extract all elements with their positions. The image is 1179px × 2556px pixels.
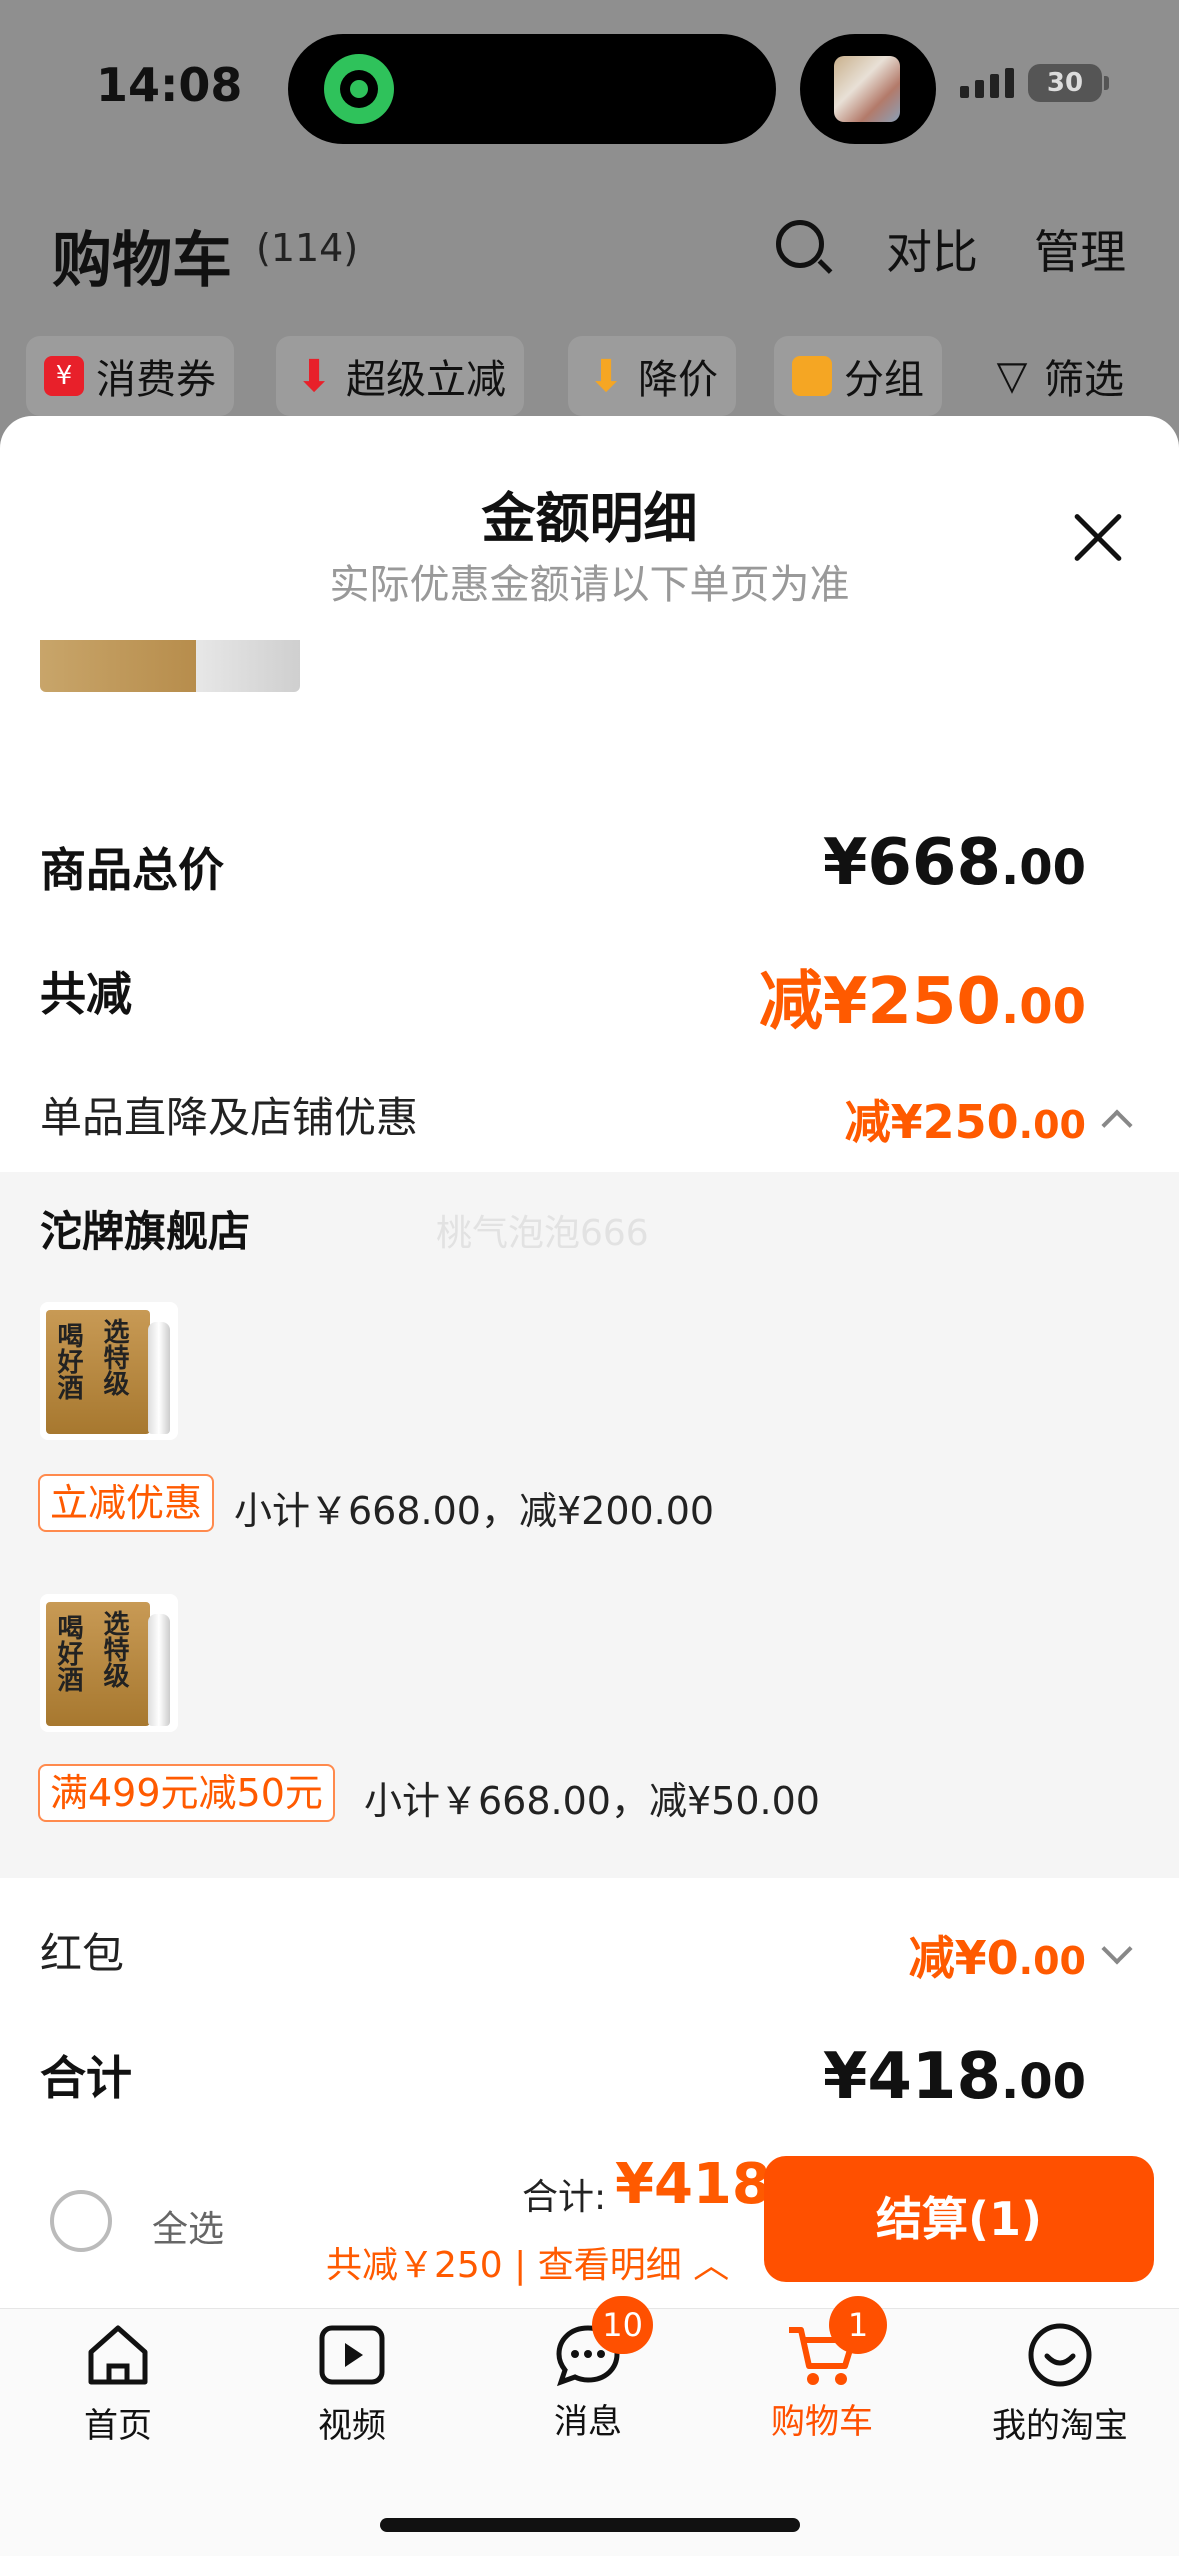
filter-coupon[interactable]: ¥ 消费券 — [26, 336, 234, 416]
select-all-label[interactable]: 全选 — [152, 2200, 224, 2252]
filter-price-drop[interactable]: ⬇ 降价 — [568, 336, 736, 416]
product-total-label: 商品总价 — [40, 843, 224, 897]
item-subtotal: 小计￥668.00，减¥200.00 — [234, 1489, 715, 1533]
cart-count: (114) — [256, 226, 359, 270]
filter-label: 降价 — [638, 357, 718, 403]
tab-cart[interactable]: 1 购物车 — [732, 2296, 912, 2443]
watermark: 桃气泡泡666 — [436, 1213, 649, 1254]
product-thumbnail: 喝好酒 选特级 — [40, 1594, 178, 1732]
store-name: 沱牌旗舰店 — [40, 1207, 251, 1256]
filter-filter[interactable]: ▽ 筛选 — [974, 336, 1142, 416]
cart-badge: 1 — [829, 2296, 887, 2354]
total-reduce-value: 减¥250.00 — [758, 965, 1086, 1039]
page-title: 购物车 — [52, 226, 232, 296]
manage-button[interactable]: 管理 — [1034, 216, 1126, 282]
sheet-title: 金额明细 — [481, 487, 698, 550]
view-detail-link[interactable]: 共减￥250 | 查看明细 ︿ — [326, 2236, 729, 2288]
item-subtotal: 小计￥668.00，减¥50.00 — [364, 1779, 820, 1823]
red-packet-value[interactable]: 减¥0.00 — [909, 1922, 1086, 1988]
filter-super-reduce[interactable]: ⬇ 超级立减 — [276, 336, 524, 416]
coupon-icon: ¥ — [44, 356, 84, 396]
tab-home[interactable]: 首页 — [28, 2322, 208, 2447]
battery-icon: 30 — [1028, 64, 1102, 102]
price-drop-icon: ⬇ — [587, 350, 625, 402]
sheet-subtitle: 实际优惠金额请以下单页为准 — [329, 562, 850, 608]
item-discount-value[interactable]: 减¥250.00 — [845, 1086, 1086, 1152]
tab-messages[interactable]: 10 消息 — [498, 2296, 678, 2443]
filter-label: 筛选 — [1044, 357, 1124, 403]
folder-icon — [792, 356, 832, 396]
checkout-button[interactable]: 结算(1) — [764, 2156, 1154, 2282]
app-activity-icon — [324, 54, 394, 124]
filter-label: 超级立减 — [346, 357, 506, 403]
sum-label: 合计 — [40, 2051, 132, 2105]
select-all-checkbox[interactable] — [50, 2190, 112, 2252]
total-value: ¥418 — [615, 2152, 771, 2217]
chevron-up-icon: ︿ — [693, 2245, 730, 2286]
sum-value: ¥418.00 — [822, 2040, 1086, 2114]
photo-thumbnail — [834, 56, 900, 122]
product-thumbnail: 喝好酒 选特级 — [40, 1302, 178, 1440]
product-image-peek — [40, 640, 300, 692]
video-icon — [319, 2325, 385, 2385]
product-total-value: ¥668.00 — [822, 826, 1086, 900]
profile-icon — [1028, 2323, 1092, 2387]
home-indicator[interactable] — [380, 2518, 800, 2532]
filter-group[interactable]: 分组 — [774, 336, 942, 416]
battery-cap — [1104, 76, 1109, 90]
total-reduce-label: 共减 — [40, 967, 132, 1021]
photo-activity — [800, 34, 936, 144]
filter-label: 分组 — [844, 357, 924, 403]
red-packet-label[interactable]: 红包 — [40, 1920, 124, 1981]
close-icon[interactable] — [1070, 510, 1126, 566]
arrow-down-icon: ⬇ — [295, 350, 333, 402]
discount-tag: 立减优惠 — [38, 1474, 215, 1532]
signal-icon — [960, 68, 1014, 98]
search-icon[interactable] — [776, 220, 824, 268]
filter-icon: ▽ — [996, 353, 1028, 399]
total-label: 合计: — [522, 2177, 607, 2218]
item-discount-label[interactable]: 单品直降及店铺优惠 — [40, 1084, 418, 1145]
compare-button[interactable]: 对比 — [886, 216, 978, 282]
home-icon — [88, 2325, 148, 2385]
dynamic-island — [288, 34, 776, 144]
status-time: 14:08 — [96, 58, 243, 112]
message-badge: 10 — [592, 2296, 653, 2354]
tab-profile[interactable]: 我的淘宝 — [970, 2322, 1150, 2447]
discount-tag: 满499元减50元 — [38, 1764, 335, 1822]
tab-video[interactable]: 视频 — [262, 2322, 442, 2447]
filter-label: 消费券 — [96, 357, 216, 403]
